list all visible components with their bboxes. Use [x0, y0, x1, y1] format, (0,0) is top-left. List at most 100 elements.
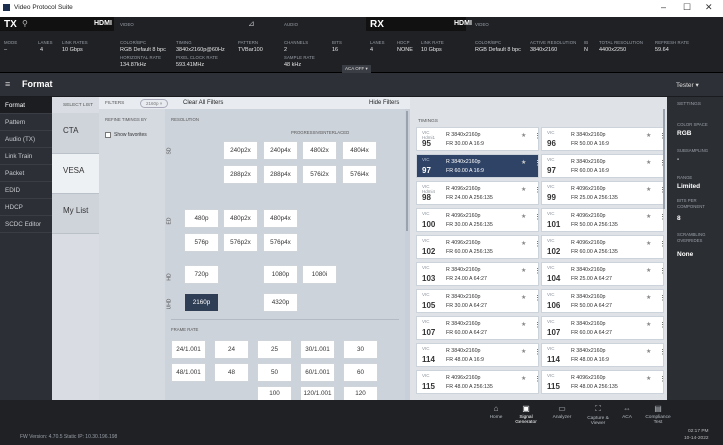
- nav-item-edid[interactable]: EDID: [0, 182, 52, 199]
- aca-dropdown[interactable]: ACA OFF ▾: [342, 65, 371, 73]
- fr-100[interactable]: 100: [257, 386, 292, 400]
- timing-card[interactable]: VIC97R 3840x2160pFR 60.00 A 16:9★⋮: [541, 154, 666, 178]
- more-options-icon[interactable]: ⋮: [534, 294, 541, 302]
- clear-filters-button[interactable]: Clear All Filters: [183, 100, 223, 106]
- timing-card[interactable]: VIC 105 R 3840x2160p FR 30.00 A 64:27 ★ ⋮: [416, 289, 541, 313]
- timing-card[interactable]: VIC97R 3840x2160pFR 60.00 A 16:9★⋮: [416, 154, 541, 178]
- favorite-star-icon[interactable]: ★: [646, 240, 651, 247]
- favorite-star-icon[interactable]: ★: [521, 186, 526, 193]
- more-options-icon[interactable]: ⋮: [534, 213, 541, 221]
- more-options-icon[interactable]: ⋮: [534, 321, 541, 329]
- timing-card[interactable]: VIC 115 R 4096x2160p FR 48.00 A 256:135 ★ ⋮: [541, 370, 666, 394]
- bpc-value[interactable]: 8: [677, 215, 681, 222]
- favorite-star-icon[interactable]: ★: [521, 321, 526, 328]
- nav-item-packet[interactable]: Packet: [0, 165, 52, 182]
- res-240p4x[interactable]: 240p4x: [263, 141, 298, 160]
- favorite-star-icon[interactable]: ★: [646, 375, 651, 382]
- list-item-cta[interactable]: CTA: [52, 113, 99, 154]
- res-576i4x[interactable]: 576i4x: [342, 165, 377, 184]
- favorite-star-icon[interactable]: ★: [521, 159, 526, 166]
- fr-25[interactable]: 25: [257, 340, 292, 359]
- res-480p[interactable]: 480p: [184, 209, 219, 228]
- close-button[interactable]: ✕: [705, 2, 713, 13]
- nav-home[interactable]: ⌂ Home: [479, 404, 513, 420]
- res-288p2x[interactable]: 288p2x: [223, 165, 258, 184]
- user-dropdown[interactable]: Tester ▾: [676, 81, 699, 89]
- filter-scrollbar[interactable]: [406, 111, 408, 231]
- filter-chip-2160p[interactable]: 2160p ×: [140, 99, 169, 108]
- more-options-icon[interactable]: ⋮: [659, 267, 666, 275]
- timing-card[interactable]: VIC Hdmi4 98 R 4096x2160p FR 24.00 A 256:13…: [416, 181, 541, 205]
- show-favorites-checkbox[interactable]: [105, 132, 111, 138]
- timing-card[interactable]: VIC 103 R 3840x2160p FR 24.00 A 64:27 ★ ⋮: [416, 262, 541, 286]
- menu-icon[interactable]: ≡: [5, 79, 10, 89]
- timing-card[interactable]: VIC 107 R 3840x2160p FR 60.00 A 64:27 ★ ⋮: [416, 316, 541, 340]
- res-480i2x[interactable]: 480i2x: [302, 141, 337, 160]
- nav-signal-generator[interactable]: ▣ Signal Generator: [509, 404, 543, 425]
- nav-item-audio-tx[interactable]: Audio (TX): [0, 131, 52, 148]
- fr-24-1001[interactable]: 24/1.001: [171, 340, 206, 359]
- range-value[interactable]: Limited: [677, 183, 700, 190]
- hide-filters-button[interactable]: Hide Filters: [369, 100, 399, 106]
- res-4320p[interactable]: 4320p: [263, 293, 298, 312]
- favorite-star-icon[interactable]: ★: [521, 132, 526, 139]
- more-options-icon[interactable]: ⋮: [534, 375, 541, 383]
- minimize-button[interactable]: –: [661, 2, 666, 12]
- timing-card[interactable]: VIC 106 R 3840x2160p FR 50.00 A 64:27 ★ ⋮: [541, 289, 666, 313]
- more-options-icon[interactable]: ⋮: [659, 321, 666, 329]
- scrambling-value[interactable]: None: [677, 251, 693, 258]
- fr-30[interactable]: 30: [343, 340, 378, 359]
- favorite-star-icon[interactable]: ★: [521, 240, 526, 247]
- more-options-icon[interactable]: ⋮: [659, 213, 666, 221]
- fr-120[interactable]: 120: [343, 386, 378, 400]
- nav-compliance-test[interactable]: ▤ Compliance Test: [641, 404, 675, 425]
- fr-24[interactable]: 24: [214, 340, 249, 359]
- favorite-star-icon[interactable]: ★: [646, 213, 651, 220]
- favorite-star-icon[interactable]: ★: [521, 294, 526, 301]
- timing-card[interactable]: VIC99R 4096x2160pFR 25.00 A 256:135★⋮: [541, 181, 666, 205]
- res-240p2x[interactable]: 240p2x: [223, 141, 258, 160]
- fr-60[interactable]: 60: [343, 363, 378, 382]
- favorite-star-icon[interactable]: ★: [521, 267, 526, 274]
- more-options-icon[interactable]: ⋮: [659, 348, 666, 356]
- fr-48-1001[interactable]: 48/1.001: [171, 363, 206, 382]
- res-1080i[interactable]: 1080i: [302, 265, 337, 284]
- timing-card[interactable]: VIC 114 R 3840x2160p FR 48.00 A 16:9 ★ ⋮: [416, 343, 541, 367]
- nav-analyzer[interactable]: ▭ Analyzer: [545, 404, 579, 420]
- more-options-icon[interactable]: ⋮: [534, 240, 541, 248]
- more-options-icon[interactable]: ⋮: [534, 132, 541, 140]
- nav-aca[interactable]: ⇔ ACA: [610, 404, 644, 420]
- favorite-star-icon[interactable]: ★: [646, 348, 651, 355]
- favorite-star-icon[interactable]: ★: [646, 159, 651, 166]
- more-options-icon[interactable]: ⋮: [534, 267, 541, 275]
- res-576p2x[interactable]: 576p2x: [223, 233, 258, 252]
- more-options-icon[interactable]: ⋮: [534, 186, 541, 194]
- res-480p4x[interactable]: 480p4x: [263, 209, 298, 228]
- res-576p4x[interactable]: 576p4x: [263, 233, 298, 252]
- list-item-vesa[interactable]: VESA: [52, 154, 99, 194]
- favorite-star-icon[interactable]: ★: [646, 294, 651, 301]
- more-options-icon[interactable]: ⋮: [534, 159, 541, 167]
- timing-card[interactable]: VIC 102 R 4096x2160p FR 60.00 A 256:135 ★ ⋮: [416, 235, 541, 259]
- timing-card[interactable]: VIC 101 R 4096x2160p FR 50.00 A 256:135 ★ ⋮: [541, 208, 666, 232]
- nav-item-link-train[interactable]: Link Train: [0, 148, 52, 165]
- fr-50[interactable]: 50: [257, 363, 292, 382]
- timing-card[interactable]: VIC Hdmi1 95 R 3840x2160p FR 30.00 A 16:9 ★ ⋮: [416, 127, 541, 151]
- timing-card[interactable]: VIC96R 3840x2160pFR 50.00 A 16:9★⋮: [541, 127, 666, 151]
- more-options-icon[interactable]: ⋮: [659, 375, 666, 383]
- res-480p2x[interactable]: 480p2x: [223, 209, 258, 228]
- nav-item-hdcp[interactable]: HDCP: [0, 199, 52, 216]
- subsampling-value[interactable]: -: [677, 156, 679, 163]
- fr-120-1001[interactable]: 120/1.001: [300, 386, 335, 400]
- res-1080p[interactable]: 1080p: [263, 265, 298, 284]
- more-options-icon[interactable]: ⋮: [534, 348, 541, 356]
- timing-card[interactable]: VIC 100 R 4096x2160p FR 30.00 A 256:135 ★ ⋮: [416, 208, 541, 232]
- more-options-icon[interactable]: ⋮: [659, 240, 666, 248]
- fr-60-1001[interactable]: 60/1.001: [300, 363, 335, 382]
- favorite-star-icon[interactable]: ★: [521, 213, 526, 220]
- timing-card[interactable]: VIC 104 R 3840x2160p FR 25.00 A 64:27 ★ ⋮: [541, 262, 666, 286]
- favorite-star-icon[interactable]: ★: [646, 132, 651, 139]
- timing-card[interactable]: VIC 115 R 4096x2160p FR 48.00 A 256:135 ★ ⋮: [416, 370, 541, 394]
- favorite-star-icon[interactable]: ★: [646, 267, 651, 274]
- res-2160p[interactable]: 2160p: [184, 293, 219, 312]
